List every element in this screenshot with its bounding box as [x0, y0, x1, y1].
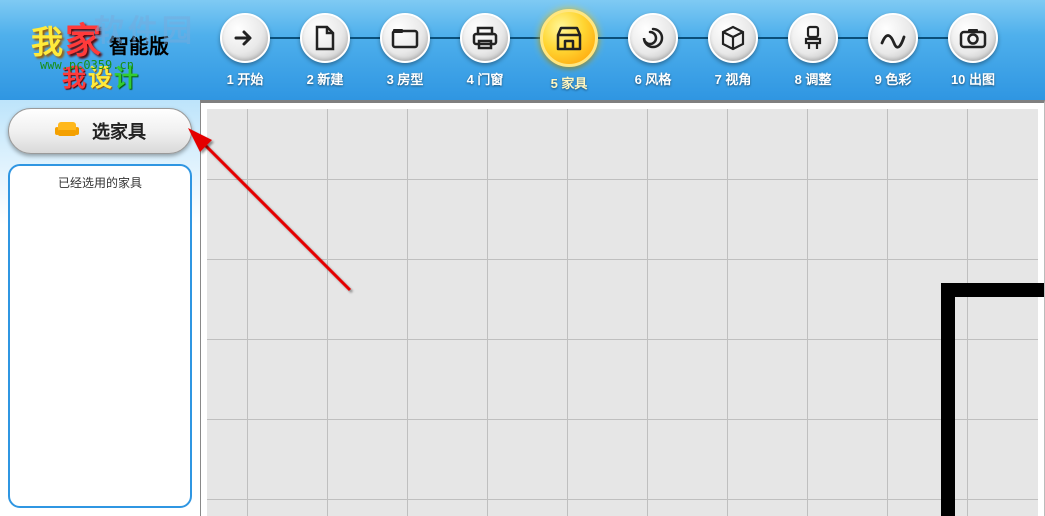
step-9[interactable]: 9 色彩: [868, 13, 918, 88]
step-label: 3 房型: [387, 69, 424, 88]
step-4[interactable]: 4 门窗: [460, 13, 510, 88]
chair-icon: [788, 13, 838, 63]
step-connector: [678, 37, 708, 39]
step-label: 4 门窗: [467, 69, 504, 88]
room-wall-left[interactable]: [941, 283, 955, 516]
wave-icon: [868, 13, 918, 63]
step-connector: [350, 37, 380, 39]
selected-furniture-panel: 已经选用的家具: [8, 164, 192, 508]
selected-panel-title: 已经选用的家具: [58, 174, 142, 191]
sofa-icon: [54, 119, 80, 144]
step-connector: [918, 37, 948, 39]
step-navigation: 1 开始 2 新建 3 房型 4 门窗 5 家具 6 风格 7 视角 8 调整 9 色彩 10 出…: [200, 0, 998, 100]
watermark-text: 软件园: [94, 6, 196, 50]
step-connector: [758, 37, 788, 39]
watermark-url: www.pc0359.cn: [40, 58, 134, 72]
top-toolbar: 软件园 我 家 智能版 我 设 计 www.pc0359.cn 1 开始 2 新建…: [0, 0, 1045, 100]
sidebar: 选家具 已经选用的家具: [0, 100, 200, 516]
step-8[interactable]: 8 调整: [788, 13, 838, 88]
printer-icon: [460, 13, 510, 63]
step-label: 1 开始: [227, 69, 264, 88]
step-label: 7 视角: [715, 69, 752, 88]
step-10[interactable]: 10 出图: [948, 13, 998, 88]
swirl-icon: [628, 13, 678, 63]
select-furniture-label: 选家具: [92, 118, 146, 144]
main-area: 选家具 已经选用的家具: [0, 100, 1045, 516]
step-1[interactable]: 1 开始: [220, 13, 270, 88]
shop-icon: [540, 9, 598, 67]
step-6[interactable]: 6 风格: [628, 13, 678, 88]
step-3[interactable]: 3 房型: [380, 13, 430, 88]
step-5[interactable]: 5 家具: [540, 9, 598, 92]
step-7[interactable]: 7 视角: [708, 13, 758, 88]
arrow-icon: [220, 13, 270, 63]
grid-background: [207, 109, 1038, 516]
room-wall-top[interactable]: [941, 283, 1045, 297]
step-connector: [838, 37, 868, 39]
step-connector: [598, 37, 628, 39]
file-icon: [300, 13, 350, 63]
folder-icon: [380, 13, 430, 63]
design-canvas[interactable]: [200, 100, 1045, 516]
select-furniture-button[interactable]: 选家具: [8, 108, 192, 154]
step-connector: [430, 37, 460, 39]
step-label: 9 色彩: [875, 69, 912, 88]
app-logo: 软件园 我 家 智能版 我 设 计 www.pc0359.cn: [0, 0, 200, 100]
step-label: 10 出图: [951, 69, 995, 88]
step-connector: [270, 37, 300, 39]
step-label: 8 调整: [795, 69, 832, 88]
camera-icon: [948, 13, 998, 63]
cube-icon: [708, 13, 758, 63]
step-label: 2 新建: [307, 69, 344, 88]
step-label: 6 风格: [635, 69, 672, 88]
step-2[interactable]: 2 新建: [300, 13, 350, 88]
step-label: 5 家具: [551, 73, 588, 92]
step-connector: [510, 37, 540, 39]
